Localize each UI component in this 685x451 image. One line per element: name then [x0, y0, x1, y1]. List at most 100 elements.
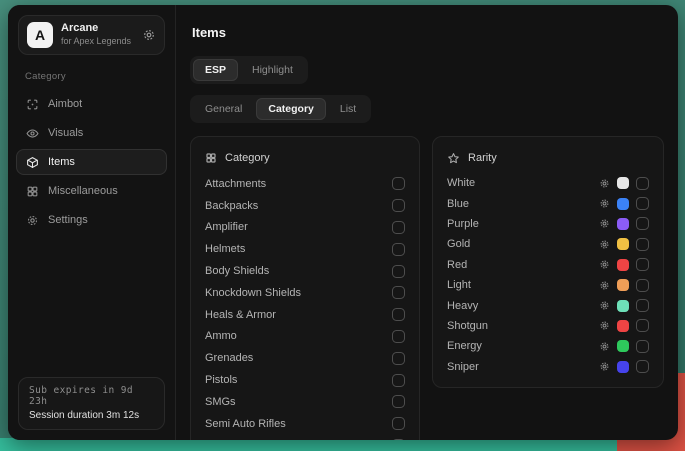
category-label: Assault Rifles: [205, 439, 272, 440]
category-row: SMGs: [205, 391, 405, 413]
checkbox[interactable]: [392, 308, 405, 321]
checkbox[interactable]: [392, 286, 405, 299]
tab-list[interactable]: List: [328, 98, 368, 120]
crosshair-icon: [26, 98, 39, 111]
checkbox[interactable]: [636, 217, 649, 230]
sidebar-item-miscellaneous[interactable]: Miscellaneous: [16, 178, 167, 204]
sidebar-section-label: Category: [25, 71, 158, 82]
checkbox[interactable]: [392, 352, 405, 365]
category-row: Heals & Armor: [205, 304, 405, 326]
category-label: Pistols: [205, 374, 237, 386]
tab-highlight[interactable]: Highlight: [240, 59, 305, 81]
checkbox[interactable]: [636, 177, 649, 190]
grid-icon: [205, 152, 217, 164]
rarity-label: Shotgun: [447, 320, 599, 332]
rarity-settings-button[interactable]: [599, 361, 610, 372]
rarity-label: Red: [447, 259, 599, 271]
category-row: Attachments: [205, 173, 405, 195]
color-swatch[interactable]: [617, 300, 629, 312]
rarity-label: Heavy: [447, 300, 599, 312]
sidebar-item-settings[interactable]: Settings: [16, 207, 167, 233]
app-title-block: Arcane for Apex Legends: [61, 22, 131, 47]
color-swatch[interactable]: [617, 320, 629, 332]
checkbox[interactable]: [636, 197, 649, 210]
rarity-row: Sniper: [447, 357, 649, 377]
color-swatch[interactable]: [617, 198, 629, 210]
category-label: Ammo: [205, 330, 237, 342]
sidebar-item-label: Settings: [48, 214, 88, 226]
rarity-panel-header: Rarity: [447, 146, 649, 170]
rarity-settings-button[interactable]: [599, 198, 610, 209]
checkbox[interactable]: [636, 340, 649, 353]
rarity-settings-button[interactable]: [599, 239, 610, 250]
rarity-settings-button[interactable]: [599, 341, 610, 352]
gear-icon: [142, 28, 156, 42]
panels-row: Category Attachments Backpacks Amplifier…: [190, 136, 664, 440]
category-label: Semi Auto Rifles: [205, 418, 286, 430]
tab-category[interactable]: Category: [256, 98, 326, 120]
checkbox[interactable]: [392, 221, 405, 234]
color-swatch[interactable]: [617, 238, 629, 250]
profile-settings-button[interactable]: [142, 28, 156, 42]
sub-expires-text: Sub expires in 9d 23h: [29, 385, 154, 407]
view-tabs: General Category List: [190, 95, 371, 123]
sidebar-nav: Aimbot Visuals Items Miscellaneous Setti…: [16, 91, 167, 233]
sidebar-item-items[interactable]: Items: [16, 149, 167, 175]
sidebar-item-label: Items: [48, 156, 75, 168]
color-swatch[interactable]: [617, 259, 629, 271]
category-label: Grenades: [205, 352, 253, 364]
category-label: Body Shields: [205, 265, 269, 277]
checkbox[interactable]: [392, 243, 405, 256]
sidebar-item-label: Visuals: [48, 127, 83, 139]
sidebar-item-visuals[interactable]: Visuals: [16, 120, 167, 146]
checkbox[interactable]: [392, 265, 405, 278]
checkbox[interactable]: [636, 319, 649, 332]
rarity-settings-button[interactable]: [599, 300, 610, 311]
category-label: Heals & Armor: [205, 309, 276, 321]
checkbox[interactable]: [392, 199, 405, 212]
star-icon: [447, 152, 460, 165]
checkbox[interactable]: [636, 258, 649, 271]
rarity-settings-button[interactable]: [599, 178, 610, 189]
checkbox[interactable]: [392, 395, 405, 408]
color-swatch[interactable]: [617, 177, 629, 189]
sidebar-item-aimbot[interactable]: Aimbot: [16, 91, 167, 117]
category-row: Knockdown Shields: [205, 282, 405, 304]
rarity-row: Heavy: [447, 295, 649, 315]
rarity-settings-button[interactable]: [599, 259, 610, 270]
rarity-row: Blue: [447, 193, 649, 213]
checkbox[interactable]: [392, 374, 405, 387]
grid-icon: [26, 185, 39, 198]
rarity-row: Red: [447, 255, 649, 275]
color-swatch[interactable]: [617, 279, 629, 291]
category-row: Amplifier: [205, 217, 405, 239]
checkbox[interactable]: [392, 330, 405, 343]
app-subtitle: for Apex Legends: [61, 36, 131, 48]
rarity-panel: Rarity White Blue Purple Gold: [432, 136, 664, 388]
color-swatch[interactable]: [617, 361, 629, 373]
checkbox[interactable]: [392, 417, 405, 430]
color-swatch[interactable]: [617, 218, 629, 230]
checkbox[interactable]: [636, 238, 649, 251]
tab-esp[interactable]: ESP: [193, 59, 238, 81]
app-logo: A: [27, 22, 53, 48]
app-window: A Arcane for Apex Legends Category Aimbo…: [8, 5, 678, 440]
subscription-card: Sub expires in 9d 23h Session duration 3…: [18, 377, 165, 430]
tab-general[interactable]: General: [193, 98, 254, 120]
rarity-settings-button[interactable]: [599, 218, 610, 229]
checkbox[interactable]: [636, 299, 649, 312]
rarity-label: Sniper: [447, 361, 599, 373]
app-name: Arcane: [61, 22, 131, 36]
rarity-label: Gold: [447, 238, 599, 250]
category-label: Amplifier: [205, 221, 248, 233]
checkbox[interactable]: [392, 439, 405, 440]
rarity-label: Purple: [447, 218, 599, 230]
checkbox[interactable]: [636, 279, 649, 292]
checkbox[interactable]: [636, 360, 649, 373]
category-row: Grenades: [205, 347, 405, 369]
rarity-settings-button[interactable]: [599, 320, 610, 331]
rarity-settings-button[interactable]: [599, 280, 610, 291]
color-swatch[interactable]: [617, 340, 629, 352]
session-duration-text: Session duration 3m 12s: [29, 410, 154, 421]
checkbox[interactable]: [392, 177, 405, 190]
